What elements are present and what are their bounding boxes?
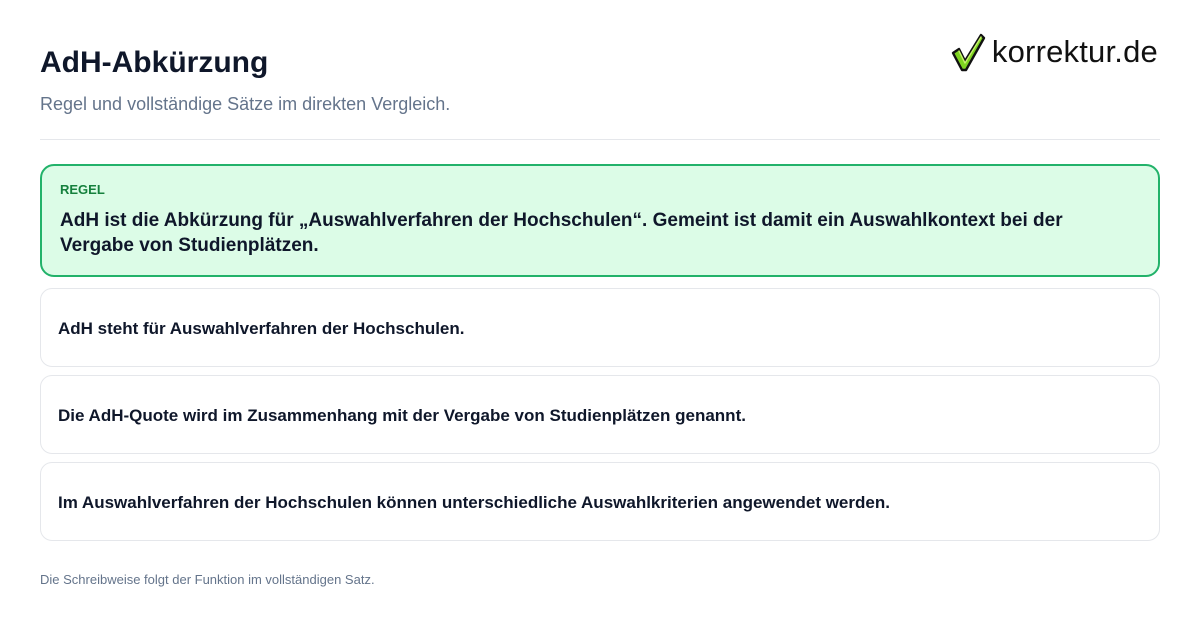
- example-text: AdH steht für Auswahlverfahren der Hochs…: [58, 319, 465, 338]
- korrektur-logo[interactable]: korrektur.de: [950, 30, 1158, 74]
- footer-note: Die Schreibweise folgt der Funktion im v…: [40, 572, 375, 587]
- logo-text: korrektur.de: [991, 34, 1158, 69]
- rule-label: REGEL: [60, 182, 105, 197]
- example-text: Die AdH-Quote wird im Zusammenhang mit d…: [58, 406, 746, 425]
- checkmark-icon: [951, 33, 986, 72]
- example-list: AdH steht für Auswahlverfahren der Hochs…: [40, 288, 1160, 549]
- page-header: AdH-Abkürzung Regel und vollständige Sät…: [40, 0, 1160, 140]
- example-text: Im Auswahlverfahren der Hochschulen könn…: [58, 493, 890, 512]
- page-container: AdH-Abkürzung Regel und vollständige Sät…: [40, 0, 1160, 630]
- page-subtitle: Regel und vollständige Sätze im direkten…: [40, 94, 451, 114]
- rule-card: REGEL AdH ist die Abkürzung für „Auswahl…: [40, 164, 1160, 277]
- example-card: AdH steht für Auswahlverfahren der Hochs…: [40, 288, 1160, 367]
- page-title: AdH-Abkürzung: [40, 46, 269, 79]
- rule-text: AdH ist die Abkürzung für „Auswahlverfah…: [60, 210, 1063, 256]
- example-card: Im Auswahlverfahren der Hochschulen könn…: [40, 462, 1160, 541]
- example-card: Die AdH-Quote wird im Zusammenhang mit d…: [40, 375, 1160, 454]
